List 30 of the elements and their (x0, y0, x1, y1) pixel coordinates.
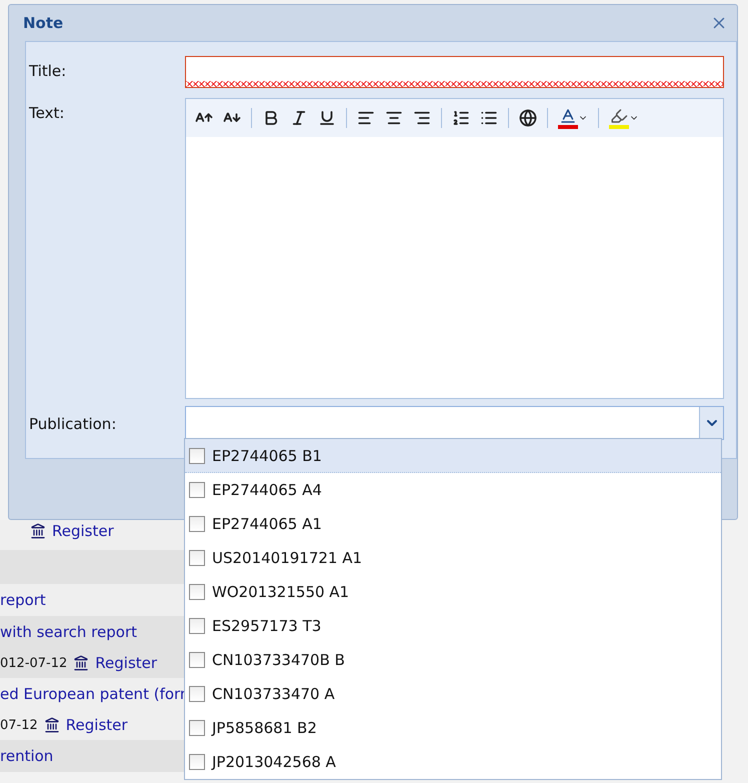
checkbox[interactable] (189, 686, 205, 702)
checkbox[interactable] (189, 550, 205, 566)
document-link[interactable]: with search report (0, 623, 137, 641)
bank-icon (44, 717, 60, 733)
register-link[interactable]: Register (66, 716, 128, 734)
dialog-title: Note (23, 14, 64, 32)
checkbox[interactable] (189, 448, 205, 464)
date-text: 012-07-12 (0, 656, 68, 670)
checkbox[interactable] (189, 618, 205, 634)
document-link[interactable]: ed European patent (forr (0, 685, 186, 703)
publication-field[interactable] (185, 406, 724, 440)
title-field[interactable] (185, 56, 724, 88)
checkbox[interactable] (189, 754, 205, 770)
document-link[interactable]: rention (0, 747, 54, 765)
checkbox[interactable] (189, 516, 205, 532)
bank-icon (30, 523, 46, 539)
field-label: Text: (28, 103, 66, 122)
date-text: 07-12 (0, 718, 38, 732)
field-label: Publication: (28, 414, 118, 433)
dropdown-option[interactable]: EP2744065 B1 (185, 439, 721, 473)
dropdown-button[interactable] (699, 407, 723, 439)
checkbox[interactable] (189, 482, 205, 498)
bank-icon (73, 655, 90, 671)
checkbox[interactable] (189, 720, 205, 736)
checkbox[interactable] (189, 652, 205, 668)
register-link[interactable]: Register (52, 522, 114, 540)
field-label: Title: (28, 61, 68, 80)
document-link[interactable]: report (0, 591, 46, 609)
register-link[interactable]: Register (95, 654, 158, 672)
checkbox[interactable] (189, 584, 205, 600)
